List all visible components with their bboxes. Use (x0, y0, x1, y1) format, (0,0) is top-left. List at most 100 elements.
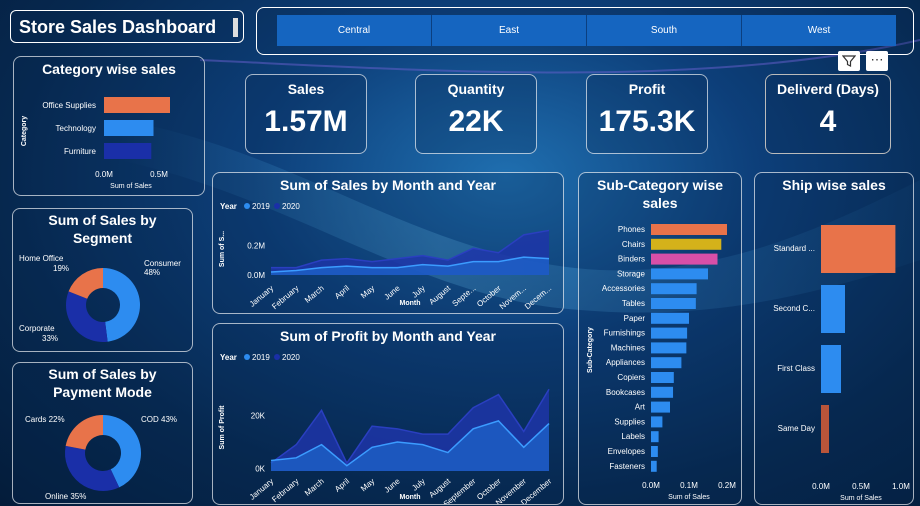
slicer-central[interactable]: Central (277, 15, 432, 46)
payment-panel: Sum of Sales by Payment Mode COD 43% Onli… (12, 362, 193, 504)
payment-label-online: Online 35% (45, 492, 86, 501)
payment-label-cod: COD 43% (141, 415, 177, 424)
profit-month-ytick: 0K (255, 464, 265, 473)
segment-pct-consumer: 48% (144, 268, 160, 277)
ship-tick: 1.0M (892, 482, 910, 491)
segment-panel: Sum of Sales by Segment Consumer 48% Corpo… (12, 208, 193, 352)
subcategory-chart: Sub-Category Phones Chairs Binders Storage Ac… (587, 224, 736, 501)
subcategory-label: Paper (624, 314, 646, 323)
ship-label: Same Day (778, 424, 815, 433)
slicer-east[interactable]: East (432, 15, 587, 46)
ship-tick: 0.5M (852, 482, 870, 491)
category-sales-title: Category wise sales (42, 61, 176, 77)
profit-month-xtick: June (383, 476, 402, 494)
kpi-delivered-label: Deliverd (Days) (777, 81, 879, 97)
payment-slice (65, 445, 120, 491)
subcategory-label: Appliances (606, 358, 645, 367)
kpi-profit-card: Profit 175.3K (586, 74, 708, 154)
profit-month-panel: Sum of Profit by Month and Year Year 2019… (212, 323, 564, 505)
segment-label-homeoffice: Home Office (19, 254, 64, 263)
ship-chart: Standard ... Second C... First Class Same D… (773, 225, 910, 502)
segment-slice (103, 268, 141, 342)
title-caret (233, 18, 238, 37)
header-panel: Store Sales Dashboard (10, 10, 244, 43)
subcategory-bar (651, 401, 670, 413)
ship-label: Second C... (773, 304, 815, 313)
payment-donut-chart: COD 43% Online 35% Cards 22% (25, 415, 177, 501)
subcategory-label: Phones (618, 225, 645, 234)
subcategory-xlabel: Sum of Sales (668, 494, 710, 501)
profit-month-xtick: March (303, 477, 326, 498)
category-xlabel: Sum of Sales (110, 183, 152, 190)
subcategory-label: Binders (618, 255, 645, 264)
filter-icon[interactable] (838, 51, 860, 71)
sales-month-legend-label: 2019 (252, 202, 270, 211)
payment-label-cards: Cards 22% (25, 415, 65, 424)
subcategory-bar (651, 416, 663, 428)
subcategory-tick: 0.2M (718, 481, 736, 490)
subcategory-bar (651, 327, 688, 339)
sales-month-ylabel: Sum of S... (219, 231, 226, 267)
category-tick: 0.0M (95, 170, 113, 179)
segment-label-corporate: Corporate (19, 324, 55, 333)
kpi-quantity-value: 22K (448, 105, 504, 138)
category-bar (104, 143, 152, 159)
category-label: Furniture (64, 147, 97, 156)
category-bar (104, 120, 154, 136)
profit-month-legend-marker (274, 354, 280, 360)
profit-month-xtick: May (359, 477, 376, 494)
profit-month-ylabel: Sum of Profit (219, 405, 226, 450)
subcategory-bar (651, 431, 659, 443)
sales-month-ytick: 0.0M (247, 271, 265, 280)
sales-month-title: Sum of Sales by Month and Year (279, 177, 496, 193)
segment-label-consumer: Consumer (144, 259, 181, 268)
sales-month-xtick: April (333, 284, 351, 301)
sales-month-xtick: August (427, 283, 452, 306)
profit-month-xtick: February (270, 477, 300, 504)
category-ylabel: Category (21, 116, 28, 146)
subcategory-label: Envelopes (608, 447, 645, 456)
sales-month-xlabel: Month (400, 300, 421, 307)
kpi-quantity-label: Quantity (447, 81, 505, 97)
subcategory-label: Copiers (617, 373, 645, 382)
payment-title: Sum of Sales by Payment Mode (48, 366, 157, 400)
ship-bar (821, 345, 841, 393)
ship-xlabel: Sum of Sales (840, 495, 882, 502)
subcategory-panel: Sub-Category wise sales Sub-Category Phon… (578, 172, 742, 505)
kpi-profit-label: Profit (628, 81, 666, 97)
kpi-delivered-card[interactable]: Deliverd (Days) 4 (765, 74, 891, 154)
category-bar (104, 97, 170, 113)
more-options-icon[interactable]: ⋯ (866, 51, 888, 71)
subcategory-bar (651, 224, 727, 235)
kpi-sales-label: Sales (287, 81, 325, 97)
subcategory-bar (651, 268, 708, 280)
subcategory-label: Fasteners (609, 462, 645, 471)
payment-slice (65, 415, 103, 450)
sales-month-xtick: Novem... (498, 284, 528, 311)
slicer-south[interactable]: South (587, 15, 742, 46)
sales-month-xtick: June (383, 283, 402, 301)
subcategory-label: Labels (621, 432, 645, 441)
ship-label: First Class (777, 364, 815, 373)
slicer-west[interactable]: West (742, 15, 896, 46)
profit-month-legend-label: 2020 (282, 353, 300, 362)
profit-month-ytick: 20K (251, 412, 266, 421)
segment-slice (65, 291, 108, 342)
sales-month-xtick: July (410, 284, 427, 300)
subcategory-label: Machines (611, 343, 645, 352)
sales-month-panel: Sum of Sales by Month and Year Year 2019 2… (212, 172, 564, 314)
subcategory-ylabel: Sub-Category (587, 327, 594, 373)
subcategory-bar (651, 238, 722, 250)
profit-month-legend-title: Year (220, 353, 237, 362)
ship-bar (821, 225, 896, 273)
sales-month-xtick: Septe... (451, 284, 478, 309)
subcategory-bar (651, 460, 657, 472)
page-title: Store Sales Dashboard (19, 17, 217, 37)
subcategory-label: Accessories (602, 284, 645, 293)
subcategory-label: Art (635, 403, 646, 412)
subcategory-label: Tables (622, 299, 645, 308)
kpi-sales-card: Sales 1.57M (245, 74, 367, 154)
subcategory-bar (651, 357, 682, 369)
subcategory-label: Furnishings (604, 329, 645, 338)
subcategory-label: Bookcases (606, 388, 645, 397)
